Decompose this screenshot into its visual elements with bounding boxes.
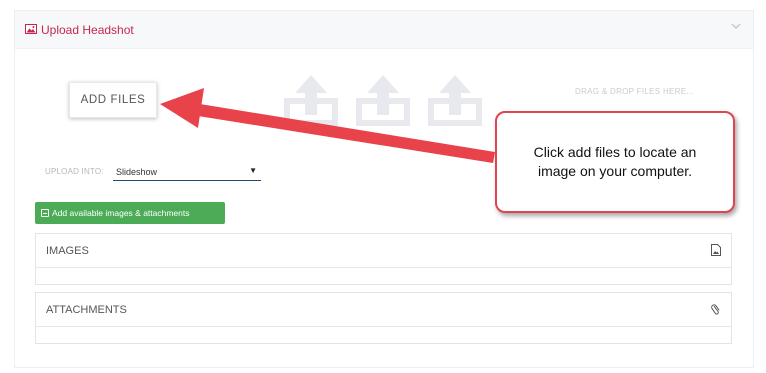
images-section-title: IMAGES <box>46 245 89 257</box>
add-files-button[interactable]: ADD FILES <box>69 82 157 118</box>
upload-into-select[interactable]: Slideshow ▼ <box>113 161 261 181</box>
upload-icon <box>356 75 410 126</box>
image-file-icon <box>711 244 721 256</box>
attachments-section: ATTACHMENTS <box>35 292 732 344</box>
panel-header[interactable]: Upload Headshot <box>15 11 753 49</box>
add-available-button[interactable]: Add available images & attachments <box>35 202 225 224</box>
add-available-label: Add available images & attachments <box>52 208 190 218</box>
upload-into-value: Slideshow <box>116 167 158 177</box>
upload-icon <box>428 75 482 126</box>
attachments-section-header[interactable]: ATTACHMENTS <box>36 293 731 327</box>
images-section-header[interactable]: IMAGES <box>36 234 731 268</box>
image-icon <box>25 24 37 34</box>
paperclip-icon <box>711 304 720 315</box>
images-section: IMAGES <box>35 233 732 285</box>
minus-square-icon <box>41 209 49 217</box>
annotation-callout: Click add files to locate an image on yo… <box>495 111 735 213</box>
attachments-section-title: ATTACHMENTS <box>46 304 127 316</box>
upload-icon <box>284 75 338 126</box>
upload-into-label: UPLOAD INTO: <box>45 167 104 176</box>
chevron-down-icon[interactable] <box>729 19 743 33</box>
panel-title: Upload Headshot <box>41 23 134 37</box>
drag-drop-hint: DRAG & DROP FILES HERE... <box>575 87 694 96</box>
dropdown-arrow-icon: ▼ <box>249 166 257 175</box>
